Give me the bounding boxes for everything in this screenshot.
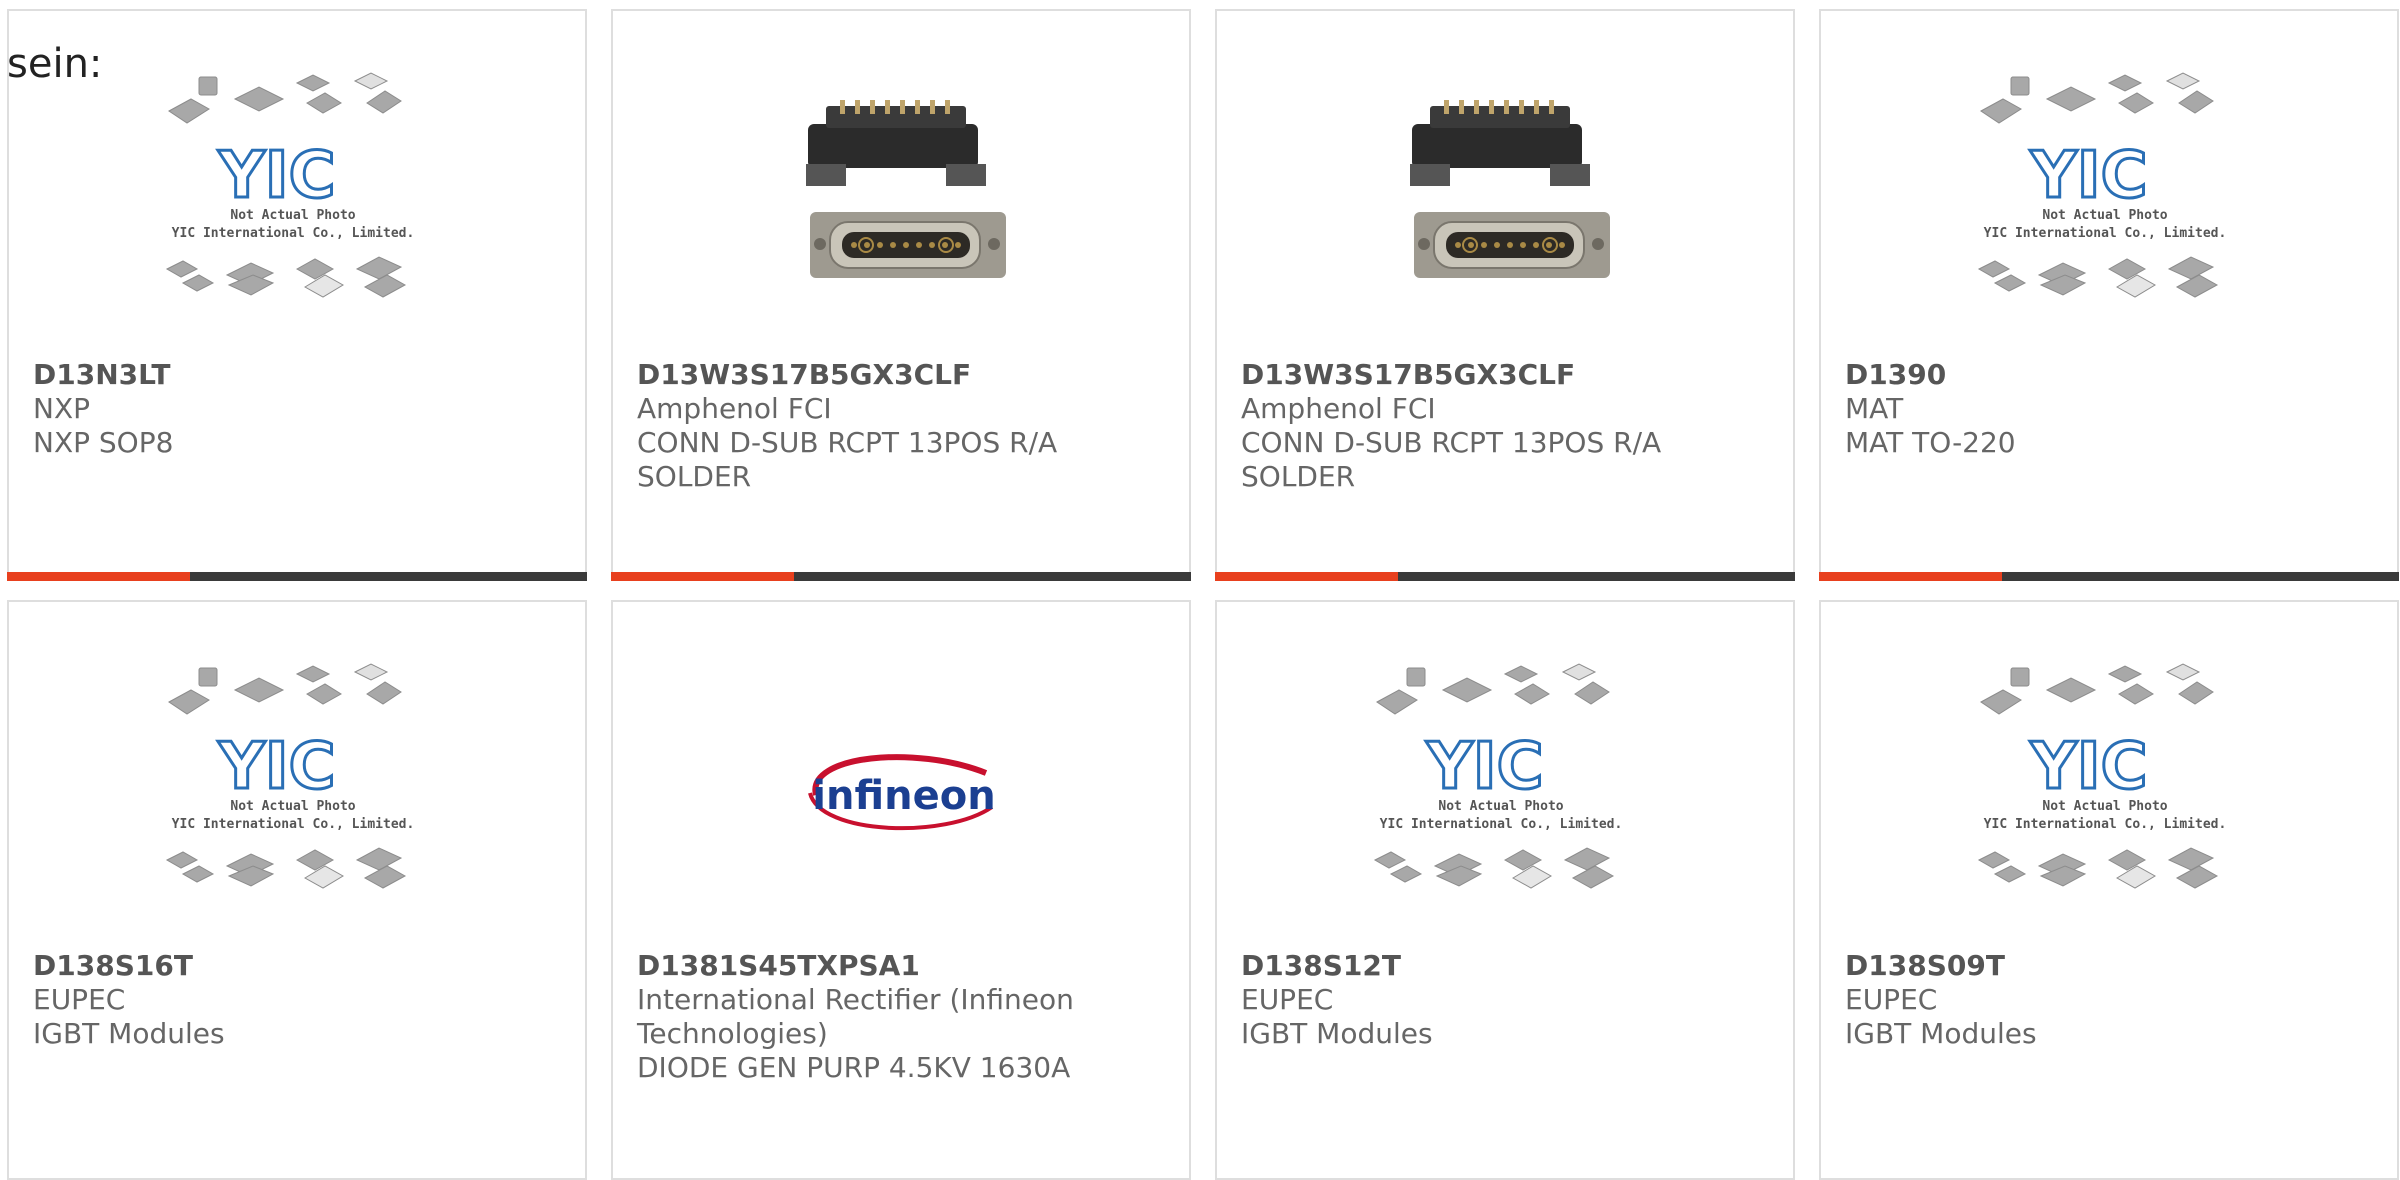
product-card[interactable]: D13W3S17B5GX3CLF Amphenol FCI CONN D-SUB R… [611, 9, 1191, 581]
product-image[interactable]: YIC Not Actual Photo YIC International C… [9, 642, 585, 942]
not-actual-photo-placeholder: YIC Not Actual Photo YIC International C… [157, 660, 437, 924]
manufacturer: NXP [33, 392, 91, 425]
description: IGBT Modules [33, 1017, 225, 1050]
description: DIODE GEN PURP 4.5KV 1630A [637, 1051, 1071, 1084]
description: MAT TO-220 [1845, 426, 2016, 459]
svg-text:Not Actual Photo: Not Actual Photo [230, 799, 355, 814]
product-card[interactable]: D13W3S17B5GX3CLF Amphenol FCI CONN D-SUB R… [1215, 9, 1795, 581]
manufacturer: EUPEC [1845, 983, 1938, 1016]
yic-logo-icon: YIC [217, 139, 335, 213]
product-card[interactable]: infineon D1381S45TXPSA1 International Rec… [611, 600, 1191, 1180]
product-card[interactable]: YIC Not Actual Photo YIC International C… [1819, 9, 2399, 581]
description: NXP SOP8 [33, 426, 174, 459]
product-image[interactable]: YIC Not Actual Photo YIC International C… [1821, 51, 2397, 351]
part-number-link[interactable]: D13W3S17B5GX3CLF [637, 358, 1165, 392]
card-accent-segment [1215, 572, 1398, 581]
product-info: D1381S45TXPSA1 International Rectifier (I… [637, 949, 1165, 1085]
svg-text:YIC International Co., Limited: YIC International Co., Limited. [172, 817, 415, 832]
manufacturer: Amphenol FCI [637, 392, 832, 425]
svg-text:Not Actual Photo: Not Actual Photo [2042, 208, 2167, 223]
part-number-link[interactable]: D1390 [1845, 358, 2373, 392]
yic-logo-icon: YIC [217, 730, 335, 804]
product-image[interactable]: infineon [613, 642, 1189, 942]
product-image[interactable] [613, 51, 1189, 351]
card-accent-bar [7, 572, 587, 581]
part-number-link[interactable]: D138S12T [1241, 949, 1769, 983]
svg-text:infineon: infineon [812, 773, 995, 819]
manufacturer: MAT [1845, 392, 1904, 425]
not-actual-photo-placeholder: YIC Not Actual Photo YIC International C… [1969, 69, 2249, 333]
card-accent-segment [7, 572, 190, 581]
product-info: D13W3S17B5GX3CLF Amphenol FCI CONN D-SUB R… [1241, 358, 1769, 494]
part-number-link[interactable]: D138S16T [33, 949, 561, 983]
product-info: D1390 MAT MAT TO-220 [1845, 358, 2373, 460]
product-info: D138S16T EUPEC IGBT Modules [33, 949, 561, 1051]
product-image[interactable] [1217, 51, 1793, 351]
yic-logo-icon: YIC [2029, 139, 2147, 213]
manufacturer: EUPEC [33, 983, 126, 1016]
manufacturer: EUPEC [1241, 983, 1334, 1016]
card-accent-segment [611, 572, 794, 581]
yic-logo-icon: YIC [1425, 730, 1543, 804]
card-accent-bar [1215, 572, 1795, 581]
dsub-connector-photo [796, 94, 1006, 308]
description: CONN D-SUB RCPT 13POS R/A SOLDER [1241, 426, 1662, 493]
part-number-link[interactable]: D13W3S17B5GX3CLF [1241, 358, 1769, 392]
product-image[interactable]: YIC Not Actual Photo YIC International C… [9, 51, 585, 351]
svg-text:Not Actual Photo: Not Actual Photo [230, 208, 355, 223]
manufacturer: International Rectifier (Infineon Techno… [637, 983, 1074, 1050]
svg-text:YIC International Co., Limited: YIC International Co., Limited. [1984, 817, 2227, 832]
product-info: D138S12T EUPEC IGBT Modules [1241, 949, 1769, 1051]
product-image[interactable]: YIC Not Actual Photo YIC International C… [1821, 642, 2397, 942]
svg-text:YIC International Co., Limited: YIC International Co., Limited. [1380, 817, 1623, 832]
product-image[interactable]: YIC Not Actual Photo YIC International C… [1217, 642, 1793, 942]
product-card[interactable]: YIC Not Actual Photo YIC International C… [1819, 600, 2399, 1180]
svg-text:YIC International Co., Limited: YIC International Co., Limited. [1984, 226, 2227, 241]
not-actual-photo-placeholder: YIC Not Actual Photo YIC International C… [157, 69, 437, 333]
description: CONN D-SUB RCPT 13POS R/A SOLDER [637, 426, 1058, 493]
product-info: D13W3S17B5GX3CLF Amphenol FCI CONN D-SUB R… [637, 358, 1165, 494]
infineon-logo: infineon [796, 735, 1006, 849]
product-card[interactable]: YIC Not Actual Photo YIC International C… [1215, 600, 1795, 1180]
product-info: D138S09T EUPEC IGBT Modules [1845, 949, 2373, 1051]
svg-text:Not Actual Photo: Not Actual Photo [1438, 799, 1563, 814]
part-number-link[interactable]: D138S09T [1845, 949, 2373, 983]
product-card[interactable]: YIC Not Actual Photo YIC International C… [7, 600, 587, 1180]
svg-text:Not Actual Photo: Not Actual Photo [2042, 799, 2167, 814]
page-title: sein: [7, 41, 103, 87]
part-number-link[interactable]: D1381S45TXPSA1 [637, 949, 1165, 983]
dsub-connector-photo [1400, 94, 1610, 308]
manufacturer: Amphenol FCI [1241, 392, 1436, 425]
not-actual-photo-placeholder: YIC Not Actual Photo YIC International C… [1365, 660, 1645, 924]
card-accent-bar [611, 572, 1191, 581]
description: IGBT Modules [1845, 1017, 2037, 1050]
not-actual-photo-placeholder: YIC Not Actual Photo YIC International C… [1969, 660, 2249, 924]
card-accent-bar [1819, 572, 2399, 581]
yic-logo-icon: YIC [2029, 730, 2147, 804]
svg-text:YIC International Co., Limited: YIC International Co., Limited. [172, 226, 415, 241]
product-card[interactable]: YIC Not Actual Photo YIC International C… [7, 9, 587, 581]
description: IGBT Modules [1241, 1017, 1433, 1050]
product-info: D13N3LT NXP NXP SOP8 [33, 358, 561, 460]
card-accent-segment [1819, 572, 2002, 581]
part-number-link[interactable]: D13N3LT [33, 358, 561, 392]
